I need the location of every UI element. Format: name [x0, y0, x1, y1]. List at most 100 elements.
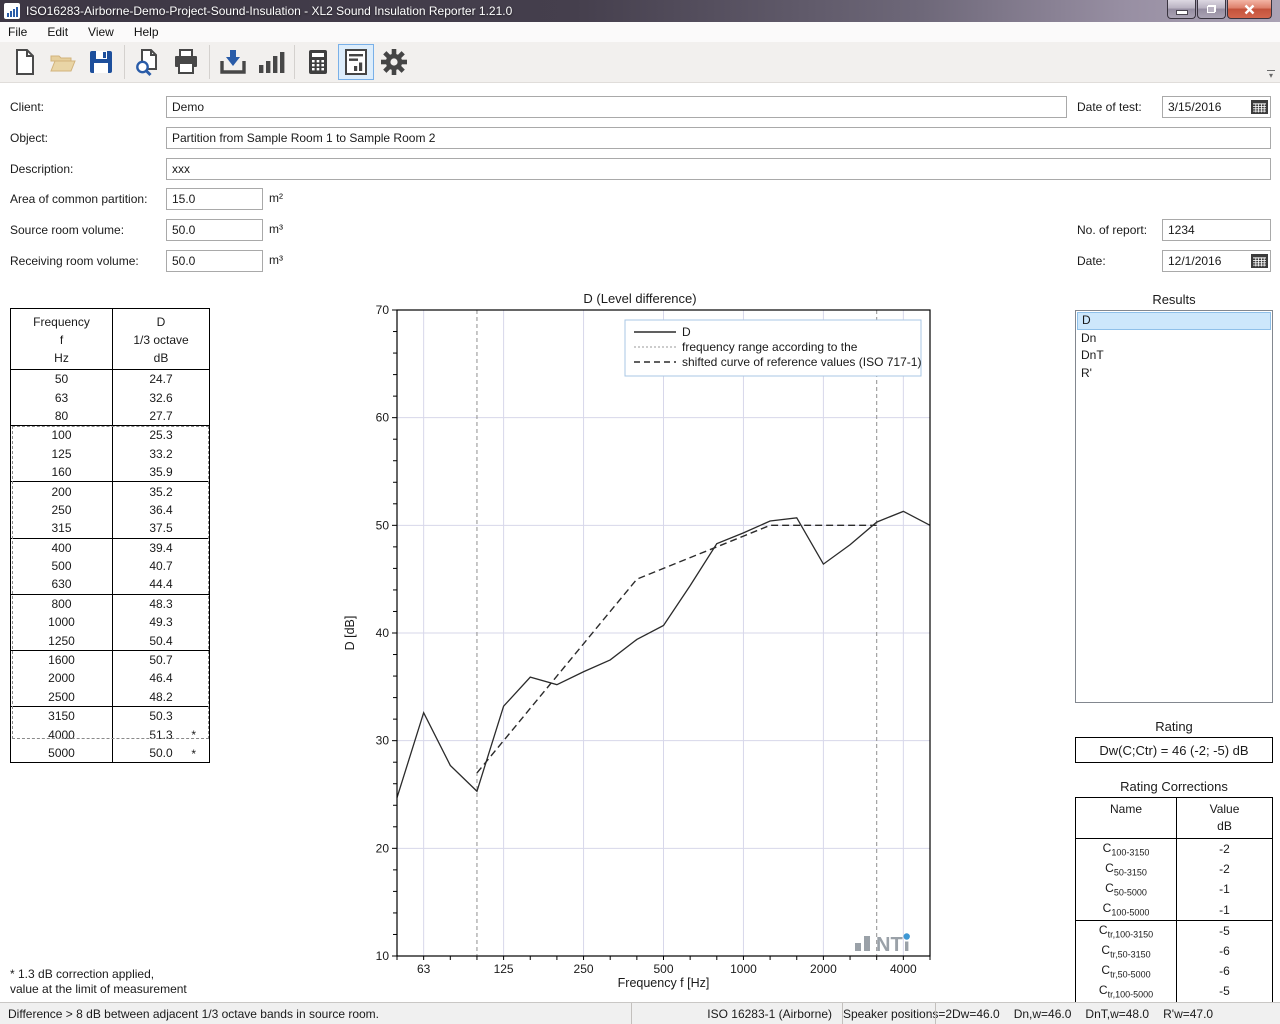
- save-button[interactable]: [83, 44, 119, 80]
- bar-chart-button[interactable]: [253, 44, 289, 80]
- title-bar: ISO16283-Airborne-Demo-Project-Sound-Ins…: [0, 0, 1280, 22]
- result-item-dn[interactable]: Dn: [1077, 330, 1271, 348]
- restore-icon: [1207, 5, 1216, 13]
- svg-text:63: 63: [417, 962, 431, 976]
- close-icon: [1244, 4, 1255, 15]
- area-unit: m²: [269, 188, 283, 210]
- import-icon: [218, 47, 248, 77]
- source-volume-input[interactable]: 50.0: [166, 219, 263, 241]
- status-speaker-positions: Speaker positions=2: [843, 1007, 935, 1021]
- rating-value: Dw(C;Ctr) = 46 (-2; -5) dB: [1075, 737, 1273, 763]
- report-no-input[interactable]: 1234: [1162, 219, 1271, 241]
- svg-text:NT: NT: [876, 934, 903, 956]
- result-item-dnt[interactable]: DnT: [1077, 347, 1271, 365]
- toolbar-separator: [209, 45, 210, 79]
- svg-text:60: 60: [376, 411, 390, 425]
- report-button[interactable]: [338, 44, 374, 80]
- save-icon: [86, 47, 116, 77]
- menu-view[interactable]: View: [78, 22, 124, 42]
- correction-row: C100-5000-1: [1076, 900, 1273, 921]
- result-item-d[interactable]: D: [1077, 312, 1271, 330]
- bar-chart-icon: [256, 47, 286, 77]
- correction-row: Ctr,100-5000-5: [1076, 981, 1273, 1002]
- status-bar: Difference > 8 dB between adjacent 1/3 o…: [0, 1002, 1280, 1024]
- table-row: 100049.3: [11, 613, 210, 631]
- preview-button[interactable]: [130, 44, 166, 80]
- open-folder-icon: [48, 47, 78, 77]
- svg-text:D (Level difference): D (Level difference): [583, 291, 696, 306]
- table-row: 6332.6: [11, 388, 210, 406]
- rating-corrections-title: Rating Corrections: [1075, 779, 1273, 794]
- report-date-input[interactable]: 12/1/2016: [1162, 250, 1271, 272]
- object-input[interactable]: Partition from Sample Room 1 to Sample R…: [166, 127, 1271, 149]
- svg-text:40: 40: [376, 626, 390, 640]
- toolbar-overflow-button[interactable]: ▾: [1265, 70, 1277, 78]
- svg-text:shifted curve of reference val: shifted curve of reference values (ISO 7…: [682, 355, 921, 369]
- table-row: 16035.9: [11, 463, 210, 482]
- svg-text:2000: 2000: [810, 962, 837, 976]
- corr-name-header: Name: [1076, 798, 1177, 839]
- client-label: Client:: [10, 96, 44, 118]
- result-item-r[interactable]: R': [1077, 365, 1271, 383]
- calculator-button[interactable]: [300, 44, 336, 80]
- table-row: 12533.2: [11, 445, 210, 463]
- report-date-label: Date:: [1077, 250, 1106, 272]
- import-button[interactable]: [215, 44, 251, 80]
- settings-button[interactable]: [376, 44, 412, 80]
- svg-text:10: 10: [376, 949, 390, 963]
- correction-row: Ctr,50-5000-6: [1076, 961, 1273, 981]
- source-volume-unit: m³: [269, 219, 283, 241]
- table-row: 25036.4: [11, 501, 210, 519]
- table-row: 315050.3: [11, 707, 210, 726]
- area-input[interactable]: 15.0: [166, 188, 263, 210]
- table-row: 31537.5: [11, 519, 210, 538]
- table-row: 10025.3: [11, 426, 210, 445]
- table-row: 5024.7: [11, 370, 210, 389]
- preview-icon: [133, 47, 163, 77]
- calendar-icon[interactable]: [1251, 100, 1268, 114]
- svg-text:20: 20: [376, 841, 390, 855]
- menu-file[interactable]: File: [0, 22, 37, 42]
- level-difference-chart: 6312525050010002000400010203040506070D (…: [330, 290, 940, 1002]
- calendar-icon[interactable]: [1251, 254, 1268, 268]
- close-button[interactable]: [1227, 0, 1272, 19]
- frequency-table: FrequencyfHz D1/3 octavedB 5024.76332.68…: [10, 308, 210, 763]
- corr-value-header: ValuedB: [1177, 798, 1273, 839]
- receiving-volume-input[interactable]: 50.0: [166, 250, 263, 272]
- svg-text:1000: 1000: [730, 962, 757, 976]
- table-row: 8027.7: [11, 407, 210, 426]
- svg-text:70: 70: [376, 303, 390, 317]
- table-row: 500050.0*: [11, 744, 210, 763]
- results-listbox[interactable]: DDnDnTR': [1075, 310, 1273, 703]
- menu-help[interactable]: Help: [124, 22, 169, 42]
- svg-text:30: 30: [376, 734, 390, 748]
- receiving-volume-label: Receiving room volume:: [10, 250, 139, 272]
- correction-row: C50-5000-1: [1076, 879, 1273, 899]
- freq-column-header: FrequencyfHz: [11, 309, 113, 370]
- receiving-volume-unit: m³: [269, 250, 283, 272]
- table-row: 20035.2: [11, 482, 210, 501]
- print-button[interactable]: [168, 44, 204, 80]
- status-message: Difference > 8 dB between adjacent 1/3 o…: [0, 1007, 631, 1021]
- correction-row: Ctr,100-3150-5: [1076, 920, 1273, 941]
- client-input[interactable]: Demo: [166, 96, 1067, 118]
- menu-bar: File Edit View Help: [0, 22, 1280, 42]
- settings-gear-icon: [379, 47, 409, 77]
- open-project-button[interactable]: [45, 44, 81, 80]
- menu-edit[interactable]: Edit: [37, 22, 78, 42]
- description-input[interactable]: xxx: [166, 158, 1271, 180]
- correction-row: C50-3150-2: [1076, 859, 1273, 879]
- restore-button[interactable]: [1197, 0, 1226, 19]
- table-row: 63044.4: [11, 575, 210, 594]
- area-label: Area of common partition:: [10, 188, 147, 210]
- toolbar-separator: [124, 45, 125, 79]
- table-row: 40039.4: [11, 538, 210, 557]
- svg-text:4000: 4000: [890, 962, 917, 976]
- calculator-icon: [303, 47, 333, 77]
- status-rating-summary: Dw=46.0Dn,w=46.0DnT,w=48.0R'w=47.0: [936, 1007, 1280, 1021]
- date-of-test-input[interactable]: 3/15/2016: [1162, 96, 1271, 118]
- new-document-button[interactable]: [7, 44, 43, 80]
- minimize-button[interactable]: [1167, 0, 1196, 19]
- svg-text:D: D: [682, 325, 691, 339]
- status-standard: ISO 16283-1 (Airborne): [632, 1007, 842, 1021]
